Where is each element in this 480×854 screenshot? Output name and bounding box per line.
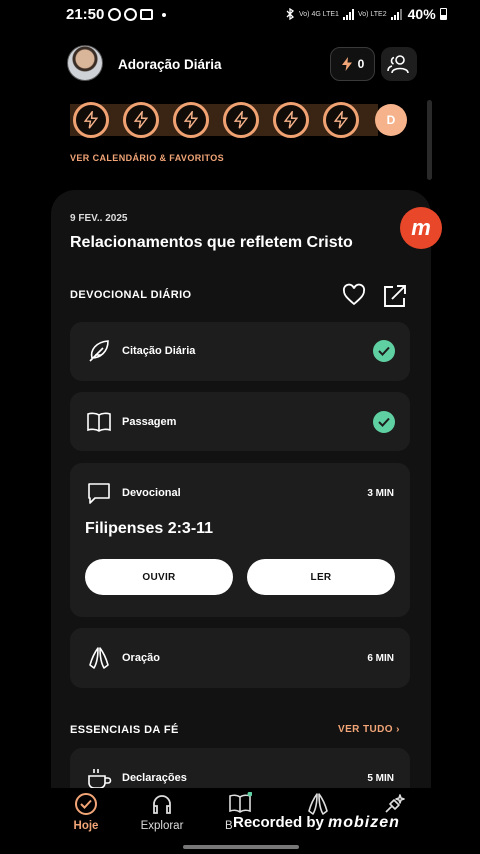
status-time: 21:50: [66, 6, 105, 23]
open-book-icon: [229, 792, 252, 813]
card-label: Declarações: [122, 772, 187, 784]
streak-day-2[interactable]: [123, 102, 159, 138]
streak-count: 0: [357, 57, 365, 71]
listen-button[interactable]: OUVIR: [85, 559, 233, 595]
streak-day-1[interactable]: [73, 102, 109, 138]
card-label: Citação Diária: [122, 345, 196, 357]
user-avatar[interactable]: [67, 45, 103, 81]
prayer-card[interactable]: Oração 6 MIN: [70, 628, 410, 688]
share-icon[interactable]: [382, 283, 408, 309]
check-circle-icon: [75, 793, 97, 815]
network-2-label: Vo) LTE2: [357, 10, 387, 18]
battery-icon: [439, 8, 447, 20]
card-label: Passagem: [122, 416, 177, 428]
duration-label: 5 MIN: [367, 773, 394, 784]
sparkle-hand-icon: [385, 794, 405, 813]
card-label: Devocional: [122, 487, 181, 499]
streak-day-3[interactable]: [173, 102, 209, 138]
completed-check-icon: [373, 340, 395, 362]
see-all-link[interactable]: VER TUDO ›: [338, 724, 400, 735]
streak-counter-button[interactable]: 0: [330, 47, 375, 81]
read-button[interactable]: LER: [247, 559, 395, 595]
streak-day-5[interactable]: [273, 102, 309, 138]
mobizen-notification-icon-2: [124, 8, 137, 21]
friends-button[interactable]: [381, 47, 417, 81]
status-bar: 21:50 Vo) 4G LTE1 Vo) LTE2 40%: [0, 0, 480, 30]
passage-card[interactable]: Passagem: [70, 392, 410, 451]
streak-day-today[interactable]: D: [375, 104, 407, 136]
signal-2-icon: [390, 8, 402, 20]
lightning-icon: [84, 111, 98, 129]
chevron-right-icon: ›: [396, 724, 400, 735]
users-icon: [387, 55, 409, 74]
system-status: Vo) 4G LTE1 Vo) LTE2 40%: [286, 6, 447, 22]
scripture-reference: Filipenses 2:3-11: [85, 520, 214, 537]
essentials-heading: ESSENCIAIS DA FÉ: [70, 724, 179, 736]
duration-label: 6 MIN: [367, 653, 394, 664]
devotional-date: 9 FEV.. 2025: [70, 213, 128, 224]
lightning-icon: [334, 111, 348, 129]
notification-icons: [108, 8, 166, 21]
home-indicator[interactable]: [183, 845, 299, 849]
scrollbar[interactable]: [427, 100, 432, 180]
streak-day-4[interactable]: [223, 102, 259, 138]
gallery-notification-icon: [140, 9, 153, 20]
mobizen-notification-icon: [108, 8, 121, 21]
signal-1-icon: [342, 8, 354, 20]
praying-hands-icon: [308, 793, 328, 815]
watermark-brand: mobizen: [328, 814, 400, 831]
see-all-label: VER TUDO: [338, 724, 393, 735]
card-label: Oração: [122, 652, 160, 664]
nav-explore[interactable]: Explorar: [127, 792, 197, 832]
devotional-title: Relacionamentos que refletem Cristo: [70, 234, 353, 251]
bluetooth-icon: [286, 8, 295, 20]
nav-today[interactable]: Hoje: [51, 792, 121, 832]
more-notifications-icon: [162, 12, 166, 17]
feather-icon: [89, 340, 109, 362]
headphones-icon: [153, 795, 171, 814]
watermark-text: Recorded by: [233, 814, 324, 831]
network-1-label: Vo) 4G LTE1: [299, 10, 339, 18]
devotional-card[interactable]: Devocional 3 MIN Filipenses 2:3-11 OUVIR…: [70, 463, 410, 617]
lightning-icon: [234, 111, 248, 129]
streak-day-6[interactable]: [323, 102, 359, 138]
streak-week-row: D: [70, 102, 410, 138]
heart-icon[interactable]: [342, 283, 366, 307]
page-title: Adoração Diária: [118, 57, 222, 72]
section-label: DEVOCIONAL DIÁRIO: [70, 289, 192, 301]
chat-bubble-icon: [88, 483, 110, 504]
nav-today-label: Hoje: [73, 820, 99, 832]
battery-percent: 40%: [407, 6, 436, 22]
open-book-icon: [87, 412, 111, 432]
duration-label: 3 MIN: [367, 488, 394, 499]
praying-hands-icon: [89, 647, 109, 669]
lightning-icon: [284, 111, 298, 129]
nav-explore-label: Explorar: [140, 820, 184, 832]
completed-check-icon: [373, 411, 395, 433]
recording-watermark: Recorded by mobizen: [233, 814, 400, 832]
daily-quote-card[interactable]: Citação Diária: [70, 322, 410, 381]
mobizen-floating-button[interactable]: m: [400, 207, 442, 249]
calendar-favorites-link[interactable]: VER CALENDÁRIO & FAVORITOS: [70, 153, 224, 163]
lightning-icon: [184, 111, 198, 129]
lightning-icon: [341, 57, 352, 71]
lightning-icon: [134, 111, 148, 129]
